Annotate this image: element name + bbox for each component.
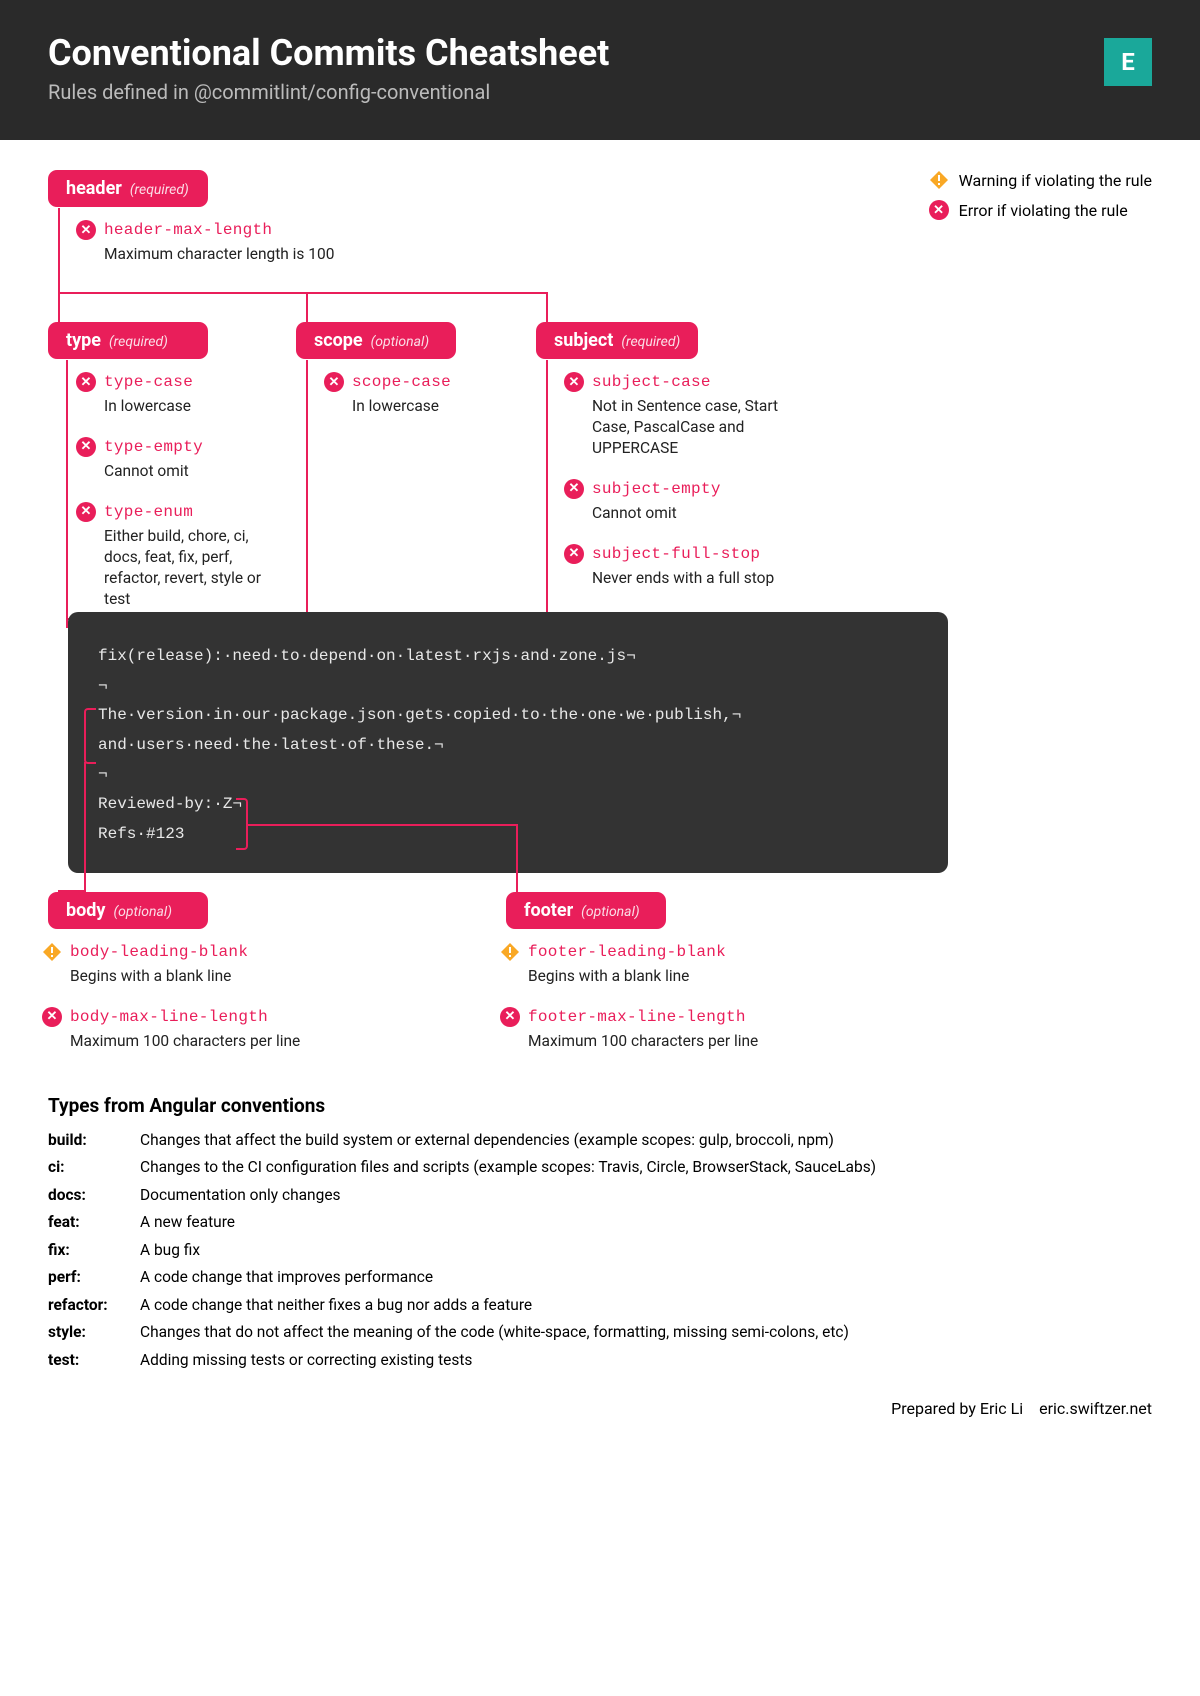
section-footer-pill: footer (optional)	[506, 892, 666, 929]
diagram-canvas: Warning if violating the rule ✕ Error if…	[48, 164, 1152, 1074]
rule-body-max-line-length: ✕body-max-line-length Maximum 100 charac…	[42, 1007, 342, 1052]
rule-type-enum: ✕type-enum Either build, chore, ci, docs…	[76, 502, 286, 610]
angular-type-row: refactor:A code change that neither fixe…	[48, 1294, 1152, 1316]
legend-error-text: Error if violating the rule	[959, 201, 1128, 220]
commit-example: fix(release):·need·to·depend·on·latest·r…	[68, 612, 948, 873]
rule-type-case: ✕type-case In lowercase	[76, 372, 286, 417]
angular-heading: Types from Angular conventions	[48, 1094, 1152, 1117]
rule-type-empty: ✕type-empty Cannot omit	[76, 437, 286, 482]
error-icon: ✕	[564, 479, 584, 499]
error-icon: ✕	[42, 1007, 62, 1027]
section-subject-pill: subject (required)	[536, 322, 698, 359]
page-title: Conventional Commits Cheatsheet	[48, 32, 609, 74]
section-body-pill: body (optional)	[48, 892, 208, 929]
angular-type-row: docs:Documentation only changes	[48, 1184, 1152, 1206]
angular-type-row: test:Adding missing tests or correcting …	[48, 1349, 1152, 1371]
error-icon: ✕	[324, 372, 344, 392]
page-header: Conventional Commits Cheatsheet Rules de…	[0, 0, 1200, 140]
warning-icon	[42, 942, 62, 962]
footer-credit: Prepared by Eric Lieric.swiftzer.net	[48, 1399, 1152, 1418]
section-type-pill: type (required)	[48, 322, 208, 359]
legend-warning-text: Warning if violating the rule	[959, 171, 1152, 190]
rule-footer-leading-blank: footer-leading-blank Begins with a blank…	[500, 942, 820, 987]
angular-type-row: feat:A new feature	[48, 1211, 1152, 1233]
angular-type-row: fix:A bug fix	[48, 1239, 1152, 1261]
error-icon: ✕	[929, 200, 949, 220]
angular-type-row: build:Changes that affect the build syst…	[48, 1129, 1152, 1151]
rule-footer-max-line-length: ✕footer-max-line-length Maximum 100 char…	[500, 1007, 820, 1052]
rule-subject-case: ✕subject-case Not in Sentence case, Star…	[564, 372, 794, 459]
angular-types-section: Types from Angular conventions build:Cha…	[48, 1094, 1152, 1371]
section-header-pill: header (required)	[48, 170, 208, 207]
angular-type-row: style:Changes that do not affect the mea…	[48, 1321, 1152, 1343]
rule-subject-full-stop: ✕subject-full-stop Never ends with a ful…	[564, 544, 794, 589]
angular-type-row: perf:A code change that improves perform…	[48, 1266, 1152, 1288]
error-icon: ✕	[76, 502, 96, 522]
rule-body-leading-blank: body-leading-blank Begins with a blank l…	[42, 942, 342, 987]
rule-subject-empty: ✕subject-empty Cannot omit	[564, 479, 794, 524]
error-icon: ✕	[76, 437, 96, 457]
warning-icon	[929, 170, 949, 190]
rule-scope-case: ✕scope-case In lowercase	[324, 372, 504, 417]
error-icon: ✕	[76, 220, 96, 240]
logo-icon: E	[1104, 38, 1152, 86]
angular-type-row: ci:Changes to the CI configuration files…	[48, 1156, 1152, 1178]
legend: Warning if violating the rule ✕ Error if…	[929, 170, 1152, 230]
error-icon: ✕	[564, 544, 584, 564]
rule-header-max-length: ✕header-max-length Maximum character len…	[76, 220, 396, 265]
section-scope-pill: scope (optional)	[296, 322, 456, 359]
error-icon: ✕	[76, 372, 96, 392]
page-subtitle: Rules defined in @commitlint/config-conv…	[48, 80, 609, 104]
error-icon: ✕	[500, 1007, 520, 1027]
warning-icon	[500, 942, 520, 962]
error-icon: ✕	[564, 372, 584, 392]
